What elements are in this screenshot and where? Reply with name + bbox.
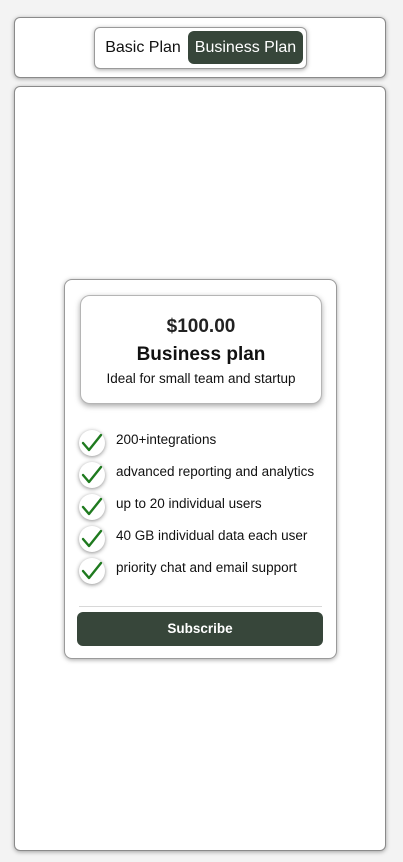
checkmark-icon: [79, 558, 105, 584]
checkmark-icon: [79, 462, 105, 488]
feature-label: up to 20 individual users: [116, 496, 262, 511]
checkmark-icon: [79, 494, 105, 520]
plan-selector-bar: Basic Plan Business Plan: [14, 17, 386, 78]
page: Basic Plan Business Plan $100.00 Busines…: [0, 0, 403, 862]
feature-item: 200+integrations: [79, 426, 329, 458]
business-plan-button[interactable]: Business Plan: [188, 31, 303, 64]
feature-label: 200+integrations: [116, 432, 217, 447]
feature-item: 40 GB individual data each user: [79, 522, 329, 554]
feature-label: 40 GB individual data each user: [116, 528, 308, 543]
feature-item: priority chat and email support: [79, 554, 329, 586]
divider: [79, 606, 322, 607]
subscribe-button[interactable]: Subscribe: [77, 612, 323, 646]
feature-item: advanced reporting and analytics: [79, 458, 329, 490]
feature-label: priority chat and email support: [116, 560, 297, 575]
feature-label: advanced reporting and analytics: [116, 464, 315, 479]
plan-name: Business plan: [136, 344, 266, 365]
basic-plan-button[interactable]: Basic Plan: [99, 31, 187, 64]
plan-toggle: Basic Plan Business Plan: [94, 27, 307, 69]
main-panel: $100.00 Business plan Ideal for small te…: [14, 86, 386, 851]
feature-list: 200+integrations advanced reporting and …: [79, 426, 329, 586]
pricing-card: $100.00 Business plan Ideal for small te…: [64, 279, 337, 659]
plan-price: $100.00: [166, 316, 236, 337]
plan-description: Ideal for small team and startup: [106, 371, 296, 386]
checkmark-icon: [79, 430, 105, 456]
feature-item: up to 20 individual users: [79, 490, 329, 522]
price-header: $100.00 Business plan Ideal for small te…: [80, 295, 322, 404]
checkmark-icon: [79, 526, 105, 552]
